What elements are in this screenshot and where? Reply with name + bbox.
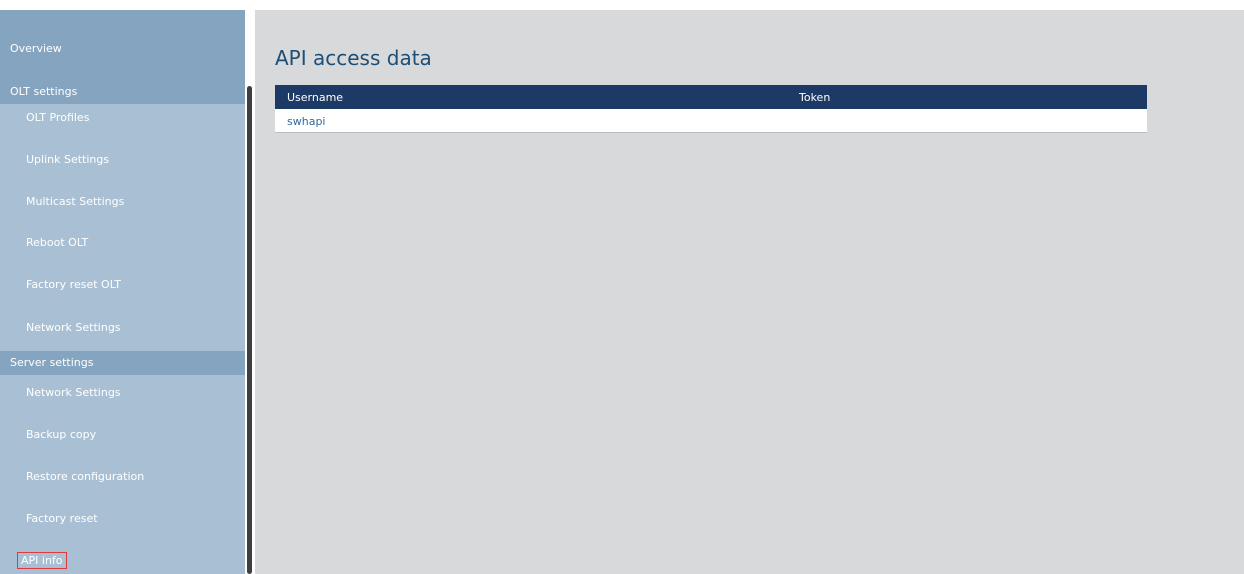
api-access-table: Username Token swhapi [275, 85, 1147, 133]
sidebar-item-backup-copy[interactable]: Backup copy [26, 428, 96, 441]
table-row[interactable]: swhapi [275, 109, 1147, 133]
column-header-username: Username [287, 91, 344, 104]
cell-username: swhapi [287, 115, 326, 128]
section-server-settings[interactable]: Server settings [0, 351, 245, 375]
sidebar-scrollbar-thumb[interactable] [247, 86, 252, 574]
sidebar-item-multicast-settings[interactable]: Multicast Settings [26, 195, 124, 208]
sidebar-item-server-network-settings[interactable]: Network Settings [26, 386, 121, 399]
table-header: Username Token [275, 85, 1147, 109]
sidebar-item-restore-configuration[interactable]: Restore configuration [26, 470, 144, 483]
sidebar: Overview OLT settings OLT Profiles Uplin… [0, 10, 245, 574]
column-header-token: Token [799, 91, 831, 104]
sidebar-item-factory-reset-olt[interactable]: Factory reset OLT [26, 278, 121, 291]
sidebar-item-factory-reset[interactable]: Factory reset [26, 512, 98, 525]
sidebar-item-olt-profiles[interactable]: OLT Profiles [26, 111, 89, 124]
sidebar-item-api-info[interactable]: API info [17, 552, 67, 569]
sidebar-item-uplink-settings[interactable]: Uplink Settings [26, 153, 109, 166]
sidebar-item-overview[interactable]: Overview [10, 42, 62, 55]
section-olt-settings[interactable]: OLT settings [0, 80, 245, 104]
main-content: API access data Username Token swhapi [255, 10, 1244, 574]
sidebar-item-olt-network-settings[interactable]: Network Settings [26, 321, 121, 334]
sidebar-item-reboot-olt[interactable]: Reboot OLT [26, 236, 88, 249]
page-title: API access data [275, 46, 432, 70]
